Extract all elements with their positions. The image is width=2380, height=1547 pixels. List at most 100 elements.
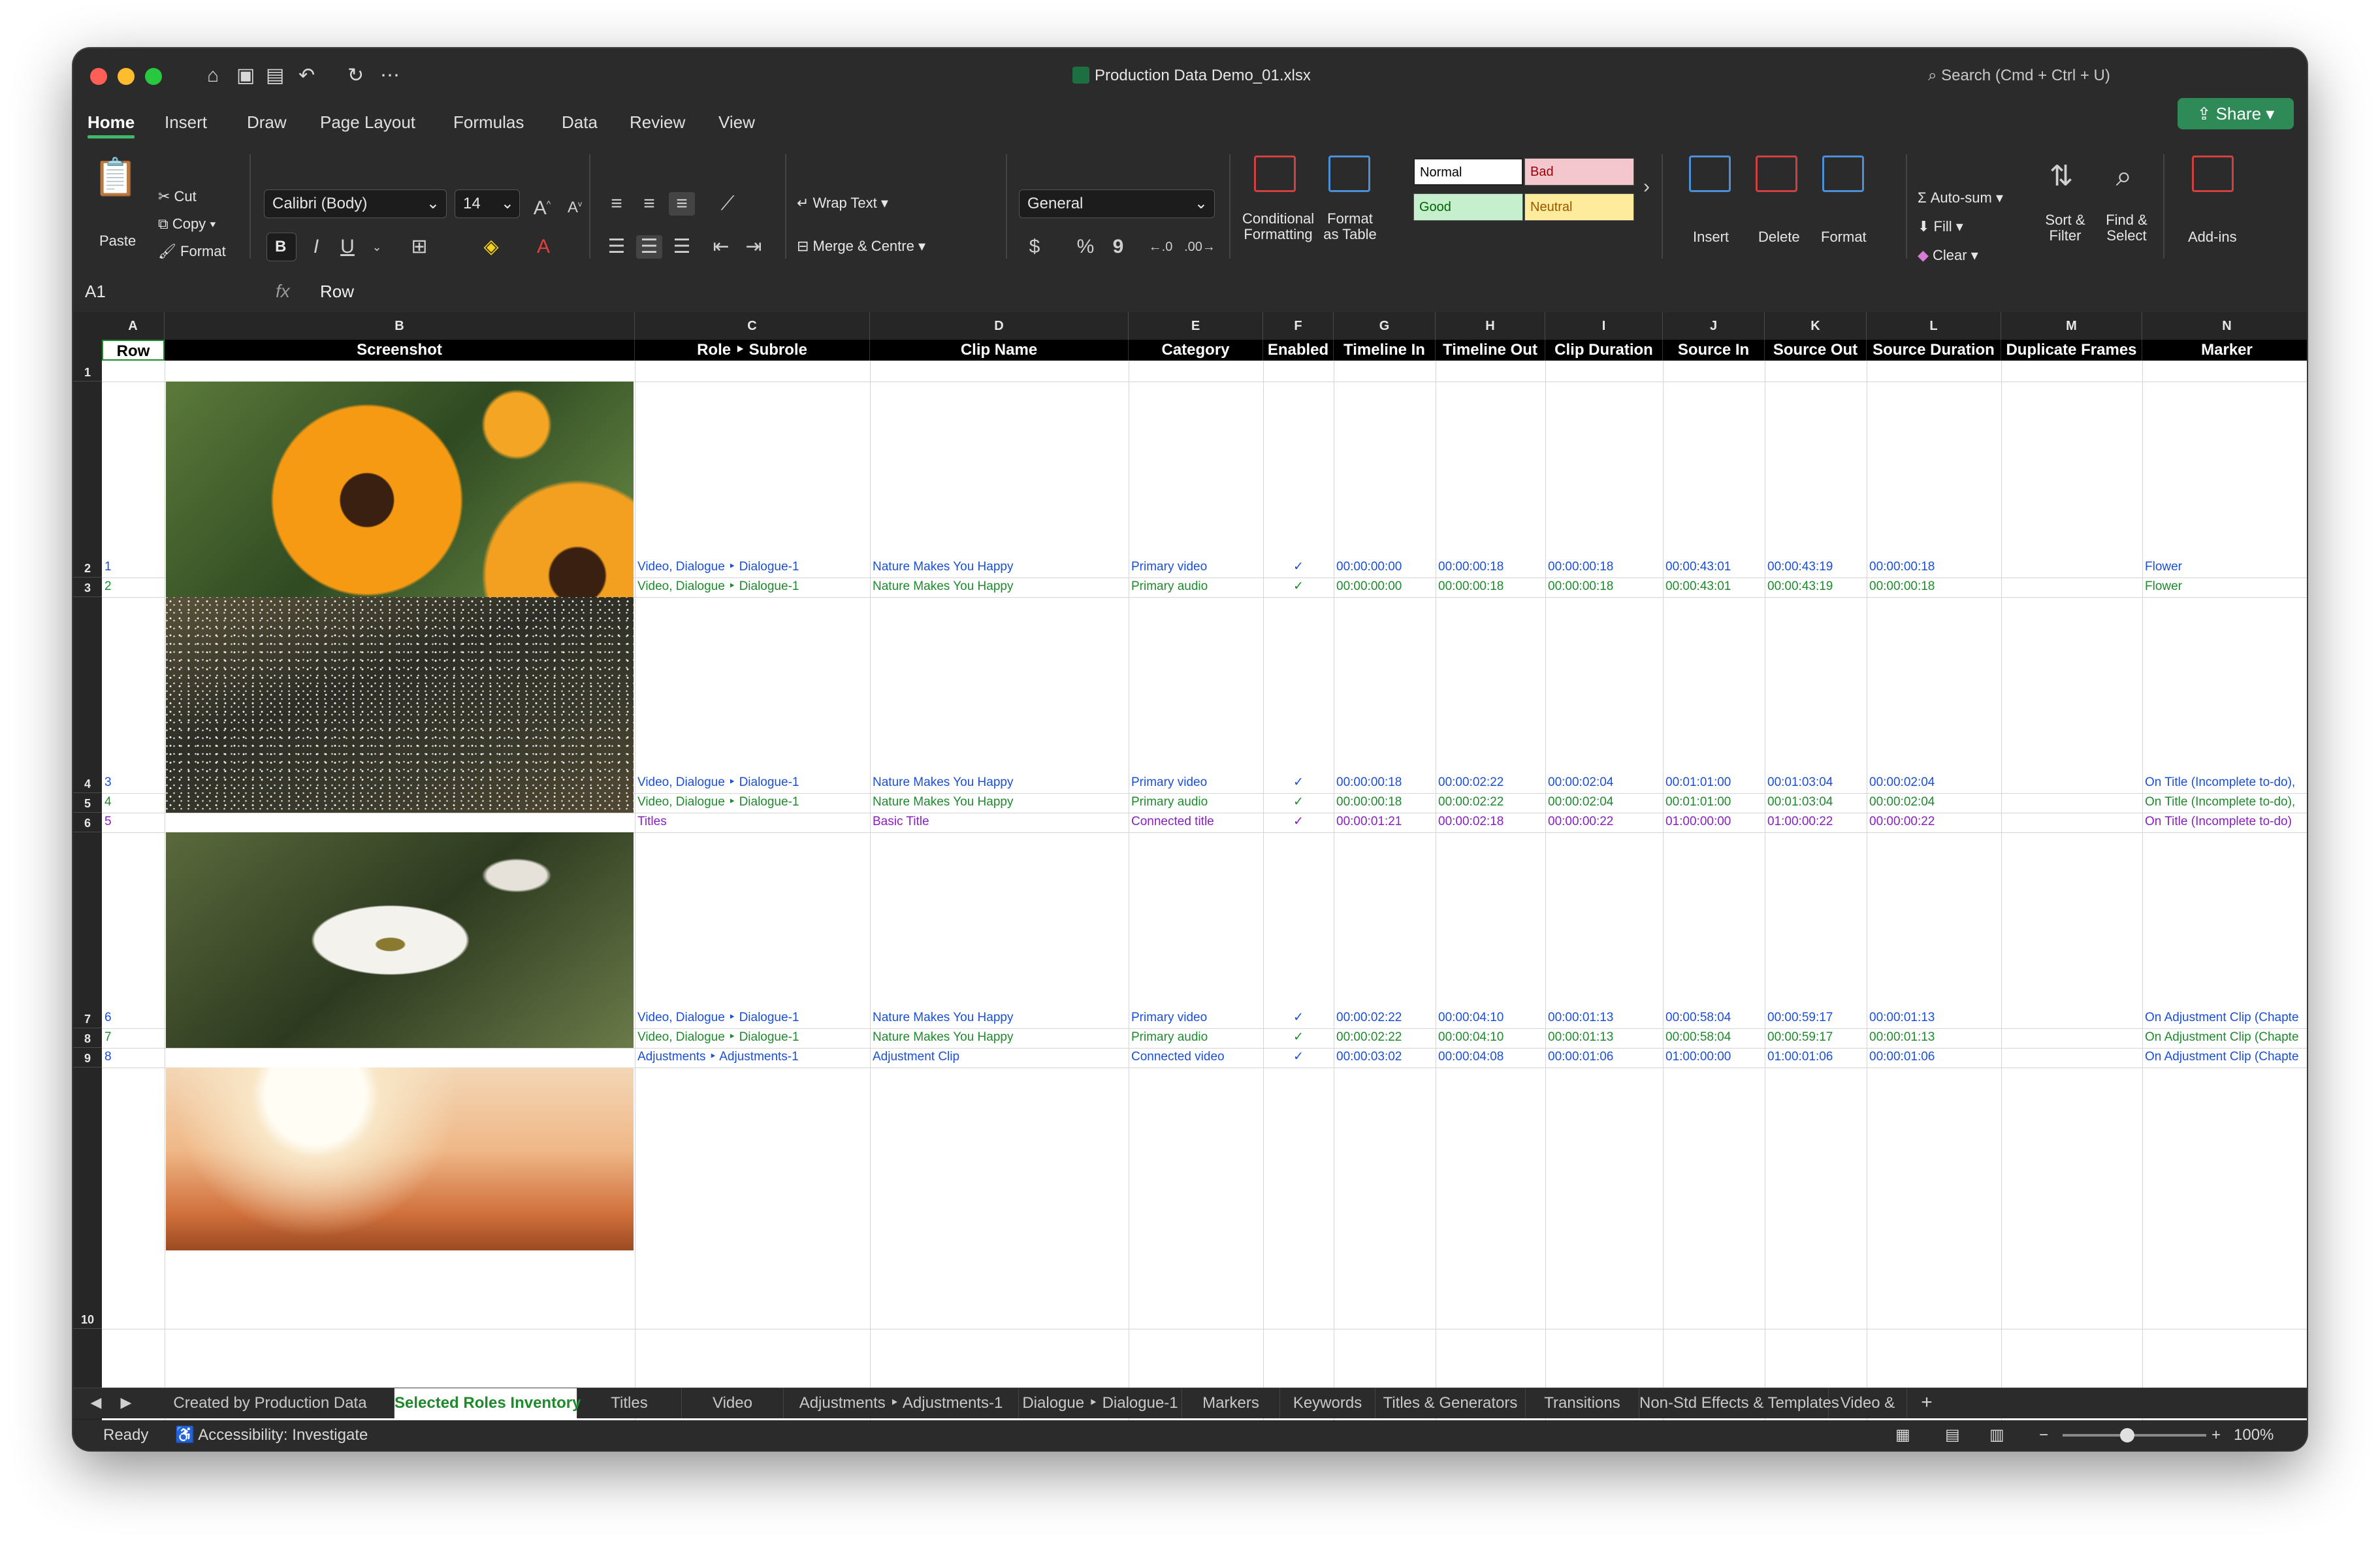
sort-filter-icon[interactable]: ⇅ xyxy=(2035,155,2087,197)
number-format-select[interactable]: General ⌄ xyxy=(1019,189,1215,218)
zoom-in-icon[interactable]: + xyxy=(2211,1420,2221,1450)
cell-role[interactable]: Video, Dialogue ‣ Dialogue-1 xyxy=(635,1009,870,1027)
sheet-tab-5[interactable]: Dialogue ‣ Dialogue-1 xyxy=(1019,1388,1182,1418)
cell-role[interactable]: Adjustments ‣ Adjustments-1 xyxy=(635,1048,870,1066)
style-neutral[interactable]: Neutral xyxy=(1524,193,1634,221)
insert-cells-icon[interactable] xyxy=(1689,155,1731,192)
cell-tout[interactable]: 00:00:02:18 xyxy=(1436,813,1545,831)
row-header-1[interactable]: 1 xyxy=(73,361,102,382)
header-cell-c[interactable]: Role ‣ Subrole xyxy=(635,340,870,361)
font-color-icon[interactable]: A xyxy=(524,235,563,259)
cell-sout[interactable]: 00:01:03:04 xyxy=(1765,774,1867,792)
borders-icon[interactable]: ⊞ xyxy=(400,235,439,259)
sheet-tab-10[interactable]: Non-Std Effects & Templates xyxy=(1639,1388,1839,1418)
conditional-formatting-icon[interactable] xyxy=(1254,155,1296,192)
cell-tin[interactable]: 00:00:00:00 xyxy=(1334,558,1436,576)
fill-color-icon[interactable]: ◈ xyxy=(472,235,511,259)
sheet-tab-3[interactable]: Video xyxy=(682,1388,784,1418)
search-box[interactable]: ⌕ Search (Cmd + Ctrl + U) xyxy=(1928,60,2268,91)
percent-button[interactable]: % xyxy=(1072,235,1099,259)
align-top-icon[interactable]: ≡ xyxy=(603,192,630,216)
cell-tout[interactable]: 00:00:04:10 xyxy=(1436,1028,1545,1047)
screenshot-sunlight[interactable] xyxy=(166,1067,634,1250)
find-select-label-2[interactable]: Select xyxy=(2100,227,2153,244)
cell-tout[interactable]: 00:00:04:10 xyxy=(1436,1009,1545,1027)
cell-row[interactable]: 5 xyxy=(102,813,165,831)
style-normal[interactable]: Normal xyxy=(1413,158,1523,186)
cell-sin[interactable]: 01:00:00:00 xyxy=(1663,813,1765,831)
header-cell-a[interactable]: Row xyxy=(102,340,165,361)
style-bad[interactable]: Bad xyxy=(1524,158,1634,186)
increase-indent-icon[interactable]: ⇥ xyxy=(741,235,767,259)
cell-role[interactable]: Video, Dialogue ‣ Dialogue-1 xyxy=(635,774,870,792)
cell-sdur[interactable]: 00:00:00:22 xyxy=(1867,813,2001,831)
header-cell-m[interactable]: Duplicate Frames xyxy=(2001,340,2142,361)
tab-insert[interactable]: Insert xyxy=(165,103,207,141)
sheet-tab-2[interactable]: Titles xyxy=(577,1388,682,1418)
decrease-font-icon[interactable]: Av xyxy=(562,192,588,220)
cell-tout[interactable]: 00:00:02:22 xyxy=(1436,774,1545,792)
cell-marker[interactable]: Flower xyxy=(2142,578,2307,596)
cell-role[interactable]: Video, Dialogue ‣ Dialogue-1 xyxy=(635,1028,870,1047)
cell-clip[interactable]: Basic Title xyxy=(870,813,1129,831)
add-sheet-icon[interactable]: + xyxy=(1914,1391,1940,1414)
cell-row[interactable]: 8 xyxy=(102,1048,165,1066)
minimize-window-button[interactable] xyxy=(118,68,135,85)
column-header-d[interactable]: D xyxy=(870,312,1129,340)
cell-sin[interactable]: 00:01:01:00 xyxy=(1663,793,1765,811)
sheet-tab-4[interactable]: Adjustments ‣ Adjustments-1 xyxy=(784,1388,1019,1418)
cell-en[interactable]: ✓ xyxy=(1263,578,1334,596)
cell-cat[interactable]: Primary video xyxy=(1129,774,1263,792)
save-icon[interactable]: ▣ xyxy=(236,61,255,90)
sheet-tab-11[interactable]: Video & xyxy=(1829,1388,1907,1418)
cell-marker[interactable]: On Adjustment Clip (Chapte xyxy=(2142,1028,2307,1047)
chevron-down-icon[interactable]: ⌄ xyxy=(367,235,387,259)
header-cell-g[interactable]: Timeline In xyxy=(1334,340,1436,361)
cell-tout[interactable]: 00:00:02:22 xyxy=(1436,793,1545,811)
format-cells-icon[interactable] xyxy=(1822,155,1864,192)
cell-role[interactable]: Video, Dialogue ‣ Dialogue-1 xyxy=(635,793,870,811)
cell-tout[interactable]: 00:00:00:18 xyxy=(1436,578,1545,596)
row-header-9[interactable]: 9 xyxy=(73,1048,102,1067)
row-header-3[interactable]: 3 xyxy=(73,578,102,597)
copy-button[interactable]: ⧉ Copy ▾ xyxy=(158,216,216,233)
cell-tin[interactable]: 00:00:00:00 xyxy=(1334,578,1436,596)
save-as-icon[interactable]: ▤ xyxy=(266,61,284,90)
share-button[interactable]: ⇪ Share ▾ xyxy=(2178,98,2294,129)
header-cell-f[interactable]: Enabled xyxy=(1263,340,1334,361)
column-header-c[interactable]: C xyxy=(635,312,870,340)
sheet-tab-1[interactable]: Selected Roles Inventory xyxy=(394,1388,581,1418)
header-cell-n[interactable]: Marker xyxy=(2142,340,2307,361)
cell-role[interactable]: Video, Dialogue ‣ Dialogue-1 xyxy=(635,578,870,596)
cell-marker[interactable]: On Adjustment Clip (Chapte xyxy=(2142,1048,2307,1066)
cell-marker[interactable]: On Adjustment Clip (Chapte xyxy=(2142,1009,2307,1027)
cell-row[interactable]: 7 xyxy=(102,1028,165,1047)
cell-en[interactable]: ✓ xyxy=(1263,774,1334,792)
cell-row[interactable]: 1 xyxy=(102,558,165,576)
cell-sin[interactable]: 00:00:58:04 xyxy=(1663,1028,1765,1047)
cell-marker[interactable]: On Title (Incomplete to-do), xyxy=(2142,793,2307,811)
formula-input[interactable]: Row xyxy=(320,277,354,306)
format-painter-button[interactable]: 🖌 Format xyxy=(158,243,226,260)
header-cell-e[interactable]: Category xyxy=(1129,340,1263,361)
cell-sin[interactable]: 00:00:43:01 xyxy=(1663,578,1765,596)
zoom-slider-handle[interactable] xyxy=(2120,1428,2134,1442)
sheet-next-icon[interactable]: ▶ xyxy=(116,1391,136,1414)
paste-label[interactable]: Paste xyxy=(99,233,136,250)
column-header-m[interactable]: M xyxy=(2001,312,2142,340)
cell-sout[interactable]: 01:00:00:22 xyxy=(1765,813,1867,831)
cell-sout[interactable]: 00:01:03:04 xyxy=(1765,793,1867,811)
sheet-tab-7[interactable]: Keywords xyxy=(1280,1388,1375,1418)
cell-cat[interactable]: Connected video xyxy=(1129,1048,1263,1066)
column-header-h[interactable]: H xyxy=(1436,312,1545,340)
cell-tin[interactable]: 00:00:01:21 xyxy=(1334,813,1436,831)
delete-cells-icon[interactable] xyxy=(1756,155,1797,192)
cell-sin[interactable]: 00:00:43:01 xyxy=(1663,558,1765,576)
cell-en[interactable]: ✓ xyxy=(1263,1028,1334,1047)
column-header-g[interactable]: G xyxy=(1334,312,1436,340)
sheet-prev-icon[interactable]: ◀ xyxy=(86,1391,106,1414)
font-name-select[interactable]: Calibri (Body) ⌄ xyxy=(264,189,447,218)
cell-sin[interactable]: 01:00:00:00 xyxy=(1663,1048,1765,1066)
cell-sdur[interactable]: 00:00:01:13 xyxy=(1867,1028,2001,1047)
fill-button[interactable]: ⬇ Fill ▾ xyxy=(1918,218,1963,235)
